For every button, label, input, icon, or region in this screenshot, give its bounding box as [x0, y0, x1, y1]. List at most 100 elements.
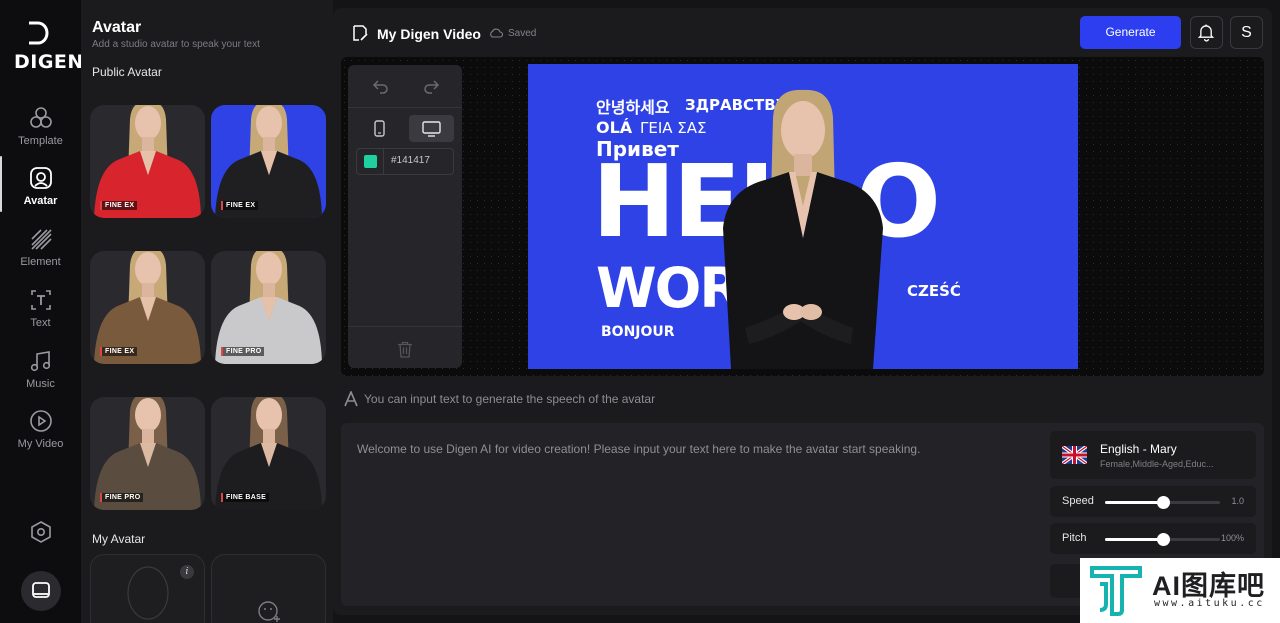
- pitch-slider-track[interactable]: [1105, 533, 1220, 546]
- divider: [383, 149, 384, 174]
- monitor-icon: [422, 121, 441, 137]
- canvas-word-greek: ΓΕΙΑ ΣΑΣ: [640, 119, 707, 137]
- avatar-card[interactable]: FINE BASE: [211, 397, 326, 510]
- my-video-icon: [30, 410, 52, 432]
- settings-icon[interactable]: [30, 521, 52, 543]
- speed-control: Speed 1.0: [1050, 486, 1256, 517]
- pitch-control: Pitch 100%: [1050, 523, 1256, 554]
- template-icon: [30, 107, 52, 128]
- avatar-card[interactable]: FINE PRO: [90, 397, 205, 510]
- nav-text[interactable]: Text: [0, 288, 81, 344]
- generate-button[interactable]: Generate: [1080, 16, 1181, 49]
- speed-label: Speed: [1062, 495, 1094, 507]
- voice-description: Female,Middle-Aged,Educ...: [1100, 459, 1214, 469]
- nav-my-video-label: My Video: [17, 438, 64, 450]
- nav-avatar-label: Avatar: [23, 195, 58, 207]
- music-icon: [30, 351, 51, 372]
- app-root: DIGEN Template Avatar Element Text Music…: [0, 0, 1280, 623]
- avatar-quality-tag: FINE EX: [221, 201, 259, 210]
- avatar-card[interactable]: FINE EX: [90, 251, 205, 364]
- nav-my-video[interactable]: My Video: [0, 409, 81, 465]
- pitch-slider-thumb[interactable]: [1156, 533, 1170, 546]
- user-avatar-button[interactable]: S: [1230, 16, 1263, 49]
- notifications-button[interactable]: [1190, 16, 1223, 49]
- left-nav-rail: DIGEN Template Avatar Element Text Music…: [0, 0, 84, 623]
- voice-selector[interactable]: English - Mary Female,Middle-Aged,Educ..…: [1050, 431, 1256, 479]
- cloud-saved-icon: [490, 28, 503, 38]
- color-hex-value[interactable]: #141417: [391, 155, 430, 166]
- color-swatch[interactable]: [364, 155, 377, 168]
- canvas-word-czesc: CZEŚĆ: [907, 282, 961, 300]
- panel-subtitle: Add a studio avatar to speak your text: [92, 39, 260, 50]
- speed-slider-thumb[interactable]: [1156, 496, 1170, 509]
- nav-music-label: Music: [26, 378, 55, 390]
- nav-element[interactable]: Element: [0, 227, 81, 283]
- watermark-logo-icon: [1090, 566, 1142, 616]
- speed-value: 1.0: [1231, 496, 1244, 506]
- undo-icon[interactable]: [372, 77, 390, 95]
- add-avatar-card[interactable]: [211, 554, 326, 623]
- saved-status: Saved: [508, 28, 537, 39]
- nav-element-label: Element: [20, 256, 61, 268]
- nav-avatar[interactable]: Avatar: [0, 156, 81, 222]
- landscape-mode-button[interactable]: [409, 115, 454, 142]
- divider: [348, 326, 462, 327]
- element-icon: [31, 229, 52, 250]
- avatar-icon: [30, 167, 52, 189]
- video-canvas[interactable]: 안녕하세요 ЗДРАВСТВУЙ OLÁ ΓΕΙΑ ΣΑΣ Привет HEL…: [528, 64, 1078, 369]
- nav-music[interactable]: Music: [0, 349, 81, 405]
- canvas-word-bonjour: BONJOUR: [601, 324, 675, 340]
- help-chat-button[interactable]: [21, 571, 61, 611]
- info-icon[interactable]: i: [180, 565, 194, 579]
- bell-icon: [1197, 24, 1215, 42]
- document-icon: [353, 25, 368, 41]
- my-avatar-heading: My Avatar: [92, 532, 146, 546]
- preview-stage: #141417 안녕하세요 ЗДРАВСТВУЙ OLÁ ΓΕΙΑ ΣΑΣ Пр…: [341, 57, 1264, 376]
- trash-icon[interactable]: [397, 341, 413, 358]
- video-title[interactable]: My Digen Video: [377, 26, 481, 42]
- public-avatar-heading: Public Avatar: [92, 65, 162, 79]
- avatar-card[interactable]: FINE EX: [211, 105, 326, 218]
- watermark: AI图库吧 www.aituku.cc: [1080, 558, 1280, 623]
- chat-icon: [32, 582, 50, 598]
- panel-title: Avatar: [92, 19, 142, 36]
- history-controls: [348, 65, 462, 108]
- pitch-slider-fill: [1105, 538, 1163, 541]
- speech-text[interactable]: Welcome to use Digen AI for video creati…: [357, 442, 920, 456]
- brand-logo[interactable]: DIGEN: [14, 18, 84, 74]
- avatar-quality-tag: FINE PRO: [100, 493, 144, 502]
- add-avatar-icon: [258, 601, 280, 622]
- mobile-icon: [374, 120, 385, 137]
- avatar-quality-tag: FINE PRO: [221, 347, 265, 356]
- canvas-toolbar: #141417: [348, 65, 462, 368]
- speed-slider-fill: [1105, 501, 1163, 504]
- canvas-word-portuguese: OLÁ: [596, 118, 633, 137]
- avatar-quality-tag: FINE EX: [100, 347, 138, 356]
- voice-name: English - Mary: [1100, 442, 1177, 456]
- nav-template-label: Template: [18, 135, 63, 147]
- my-avatar-card[interactable]: i: [90, 554, 205, 623]
- pitch-value: 100%: [1220, 533, 1244, 543]
- avatar-quality-tag: FINE BASE: [221, 493, 270, 502]
- nav-template[interactable]: Template: [0, 106, 81, 162]
- logo-mark-icon: [29, 21, 49, 45]
- watermark-url: www.aituku.cc: [1154, 598, 1265, 609]
- speech-hint: You can input text to generate the speec…: [364, 392, 656, 406]
- avatar-card[interactable]: FINE EX: [90, 105, 205, 218]
- nav-text-label: Text: [30, 317, 51, 329]
- pitch-label: Pitch: [1062, 532, 1087, 544]
- redo-icon[interactable]: [422, 77, 440, 95]
- editor-main: My Digen Video Saved Generate S #141417 …: [333, 8, 1272, 615]
- background-color-field[interactable]: #141417: [356, 148, 454, 175]
- portrait-mode-button[interactable]: [357, 115, 402, 142]
- avatar-quality-tag: FINE EX: [100, 201, 138, 210]
- canvas-avatar-figure[interactable]: [703, 88, 893, 369]
- avatar-panel: Avatar Add a studio avatar to speak your…: [81, 0, 333, 623]
- uk-flag-icon: [1062, 446, 1087, 464]
- text-icon: [31, 290, 51, 310]
- avatar-card[interactable]: FINE PRO: [211, 251, 326, 364]
- canvas-word-korean: 안녕하세요: [596, 98, 670, 117]
- brand-name: DIGEN: [14, 51, 84, 73]
- speed-slider-track[interactable]: [1105, 496, 1220, 509]
- ai-text-icon: [344, 391, 358, 407]
